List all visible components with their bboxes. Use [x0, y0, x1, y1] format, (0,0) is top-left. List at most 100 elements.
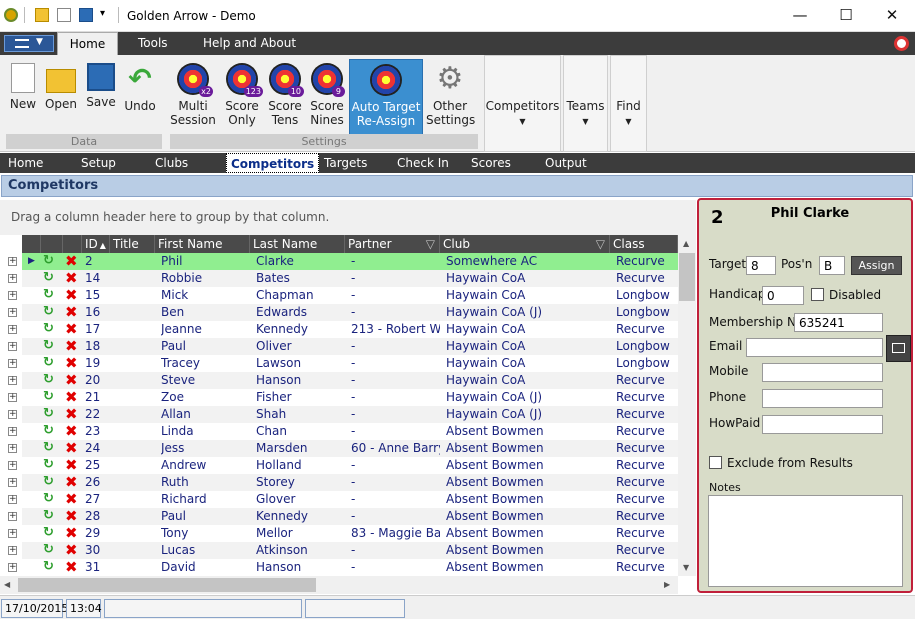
- mobile-field[interactable]: [762, 363, 883, 382]
- scroll-up-icon[interactable]: ▲: [683, 239, 689, 248]
- reassign-icon[interactable]: ↻: [43, 254, 57, 268]
- table-row[interactable]: + ↻ ✖ 19 Tracey Lawson - Haywain CoA Longbow: [8, 355, 678, 372]
- customize-quick-access-icon[interactable]: ▾: [100, 8, 105, 19]
- scroll-left-icon[interactable]: ◀: [4, 580, 10, 589]
- new-file-icon[interactable]: [57, 8, 71, 22]
- reassign-icon[interactable]: ↻: [43, 509, 57, 523]
- table-row[interactable]: + ↻ ✖ 16 Ben Edwards - Haywain CoA (J) Longbow: [8, 304, 678, 321]
- reassign-icon[interactable]: ↻: [43, 305, 57, 319]
- handicap-field[interactable]: [762, 286, 804, 305]
- expand-row-icon[interactable]: +: [8, 563, 17, 572]
- competitors-grid[interactable]: ID ▲ Title First Name Last Name Partner ▽ …: [0, 235, 696, 594]
- table-row[interactable]: + ↻ ✖ 21 Zoe Fisher - Haywain CoA (J) Recurve: [8, 389, 678, 406]
- nav-output[interactable]: Output: [541, 153, 591, 173]
- position-field[interactable]: [819, 256, 845, 275]
- undo-button[interactable]: ↶ Undo: [122, 59, 158, 135]
- delete-icon[interactable]: ✖: [65, 491, 79, 507]
- expand-row-icon[interactable]: +: [8, 274, 17, 283]
- score-nines-button[interactable]: 9 Score Nines: [308, 59, 346, 135]
- teams-dropdown[interactable]: Teams ▼: [563, 55, 608, 152]
- tab-home[interactable]: Home: [57, 32, 118, 56]
- reassign-icon[interactable]: ↻: [43, 424, 57, 438]
- table-row[interactable]: + ↻ ✖ 23 Linda Chan - Absent Bowmen Recurve: [8, 423, 678, 440]
- save-button[interactable]: Save: [84, 59, 118, 135]
- delete-icon[interactable]: ✖: [65, 423, 79, 439]
- scroll-down-icon[interactable]: ▼: [683, 563, 689, 572]
- save-disk-icon[interactable]: [79, 8, 93, 22]
- expand-row-icon[interactable]: +: [8, 376, 17, 385]
- file-menu-button[interactable]: ▼: [4, 35, 54, 52]
- other-settings-button[interactable]: ⚙ Other Settings: [426, 59, 475, 135]
- horizontal-scroll-thumb[interactable]: [18, 578, 316, 592]
- reassign-icon[interactable]: ↻: [43, 407, 57, 421]
- reassign-icon[interactable]: ↻: [43, 356, 57, 370]
- membership-field[interactable]: [794, 313, 883, 332]
- delete-icon[interactable]: ✖: [65, 355, 79, 371]
- nav-home[interactable]: Home: [4, 153, 47, 173]
- scroll-right-icon[interactable]: ▶: [664, 580, 670, 589]
- table-row[interactable]: + ↻ ✖ 18 Paul Oliver - Haywain CoA Longbow: [8, 338, 678, 355]
- expand-row-icon[interactable]: +: [8, 325, 17, 334]
- reassign-icon[interactable]: ↻: [43, 373, 57, 387]
- reassign-icon[interactable]: ↻: [43, 458, 57, 472]
- expand-row-icon[interactable]: +: [8, 393, 17, 402]
- filter-icon[interactable]: ▽: [426, 235, 435, 253]
- expand-row-icon[interactable]: +: [8, 291, 17, 300]
- nav-competitors[interactable]: Competitors: [226, 153, 320, 173]
- expand-row-icon[interactable]: +: [8, 461, 17, 470]
- expand-row-icon[interactable]: +: [8, 546, 17, 555]
- delete-icon[interactable]: ✖: [65, 338, 79, 354]
- table-row[interactable]: + ▶ ↻ ✖ 2 Phil Clarke - Somewhere AC Recurve: [8, 253, 678, 270]
- expand-row-icon[interactable]: +: [8, 427, 17, 436]
- delete-icon[interactable]: ✖: [65, 559, 79, 575]
- column-header-first-name[interactable]: First Name: [155, 235, 250, 253]
- nav-scores[interactable]: Scores: [467, 153, 515, 173]
- maximize-icon[interactable]: ☐: [823, 0, 869, 32]
- assign-button[interactable]: Assign: [851, 256, 902, 275]
- table-row[interactable]: + ↻ ✖ 29 Tony Mellor 83 - Maggie Bart Absent Bo…: [8, 525, 678, 542]
- reassign-icon[interactable]: ↻: [43, 339, 57, 353]
- table-row[interactable]: + ↻ ✖ 30 Lucas Atkinson - Absent Bowmen Recurve: [8, 542, 678, 559]
- nav-check-in[interactable]: Check In: [393, 153, 453, 173]
- find-dropdown[interactable]: Find ▼: [610, 55, 647, 152]
- tab-help-and-about[interactable]: Help and About: [197, 32, 302, 55]
- open-button[interactable]: Open: [44, 59, 78, 135]
- delete-icon[interactable]: ✖: [65, 525, 79, 541]
- auto-target-reassign-button[interactable]: Auto Target Re-Assign: [349, 59, 423, 135]
- minimize-icon[interactable]: —: [777, 0, 823, 32]
- delete-icon[interactable]: ✖: [65, 542, 79, 558]
- reassign-icon[interactable]: ↻: [43, 390, 57, 404]
- delete-icon[interactable]: ✖: [65, 372, 79, 388]
- help-lifebuoy-icon[interactable]: [894, 36, 909, 51]
- delete-icon[interactable]: ✖: [65, 508, 79, 524]
- new-button[interactable]: New: [6, 59, 40, 135]
- table-row[interactable]: + ↻ ✖ 24 Jess Marsden 60 - Anne Barry Absent Bo…: [8, 440, 678, 457]
- group-by-area[interactable]: Drag a column header here to group by th…: [0, 200, 696, 235]
- delete-icon[interactable]: ✖: [65, 474, 79, 490]
- vertical-scrollbar[interactable]: ▲ ▼: [678, 235, 696, 576]
- expand-row-icon[interactable]: +: [8, 444, 17, 453]
- nav-setup[interactable]: Setup: [77, 153, 120, 173]
- reassign-icon[interactable]: ↻: [43, 492, 57, 506]
- expand-row-icon[interactable]: +: [8, 529, 17, 538]
- close-icon[interactable]: ✕: [869, 0, 915, 32]
- tab-tools[interactable]: Tools: [132, 32, 174, 55]
- vertical-scroll-thumb[interactable]: [679, 253, 695, 301]
- expand-row-icon[interactable]: +: [8, 257, 17, 266]
- howpaid-field[interactable]: [762, 415, 883, 434]
- email-send-icon[interactable]: [886, 335, 911, 362]
- email-field[interactable]: [746, 338, 883, 357]
- phone-field[interactable]: [762, 389, 883, 408]
- score-tens-button[interactable]: 10 Score Tens: [266, 59, 304, 135]
- column-header-club[interactable]: Club ▽: [440, 235, 610, 253]
- reassign-icon[interactable]: ↻: [43, 322, 57, 336]
- filter-icon[interactable]: ▽: [596, 235, 605, 253]
- column-header-last-name[interactable]: Last Name: [250, 235, 345, 253]
- table-row[interactable]: + ↻ ✖ 25 Andrew Holland - Absent Bowmen Recurve: [8, 457, 678, 474]
- reassign-icon[interactable]: ↻: [43, 475, 57, 489]
- column-header-class[interactable]: Class: [610, 235, 678, 253]
- table-row[interactable]: + ↻ ✖ 31 David Hanson - Absent Bowmen Recurve: [8, 559, 678, 576]
- reassign-icon[interactable]: ↻: [43, 441, 57, 455]
- expand-row-icon[interactable]: +: [8, 342, 17, 351]
- delete-icon[interactable]: ✖: [65, 321, 79, 337]
